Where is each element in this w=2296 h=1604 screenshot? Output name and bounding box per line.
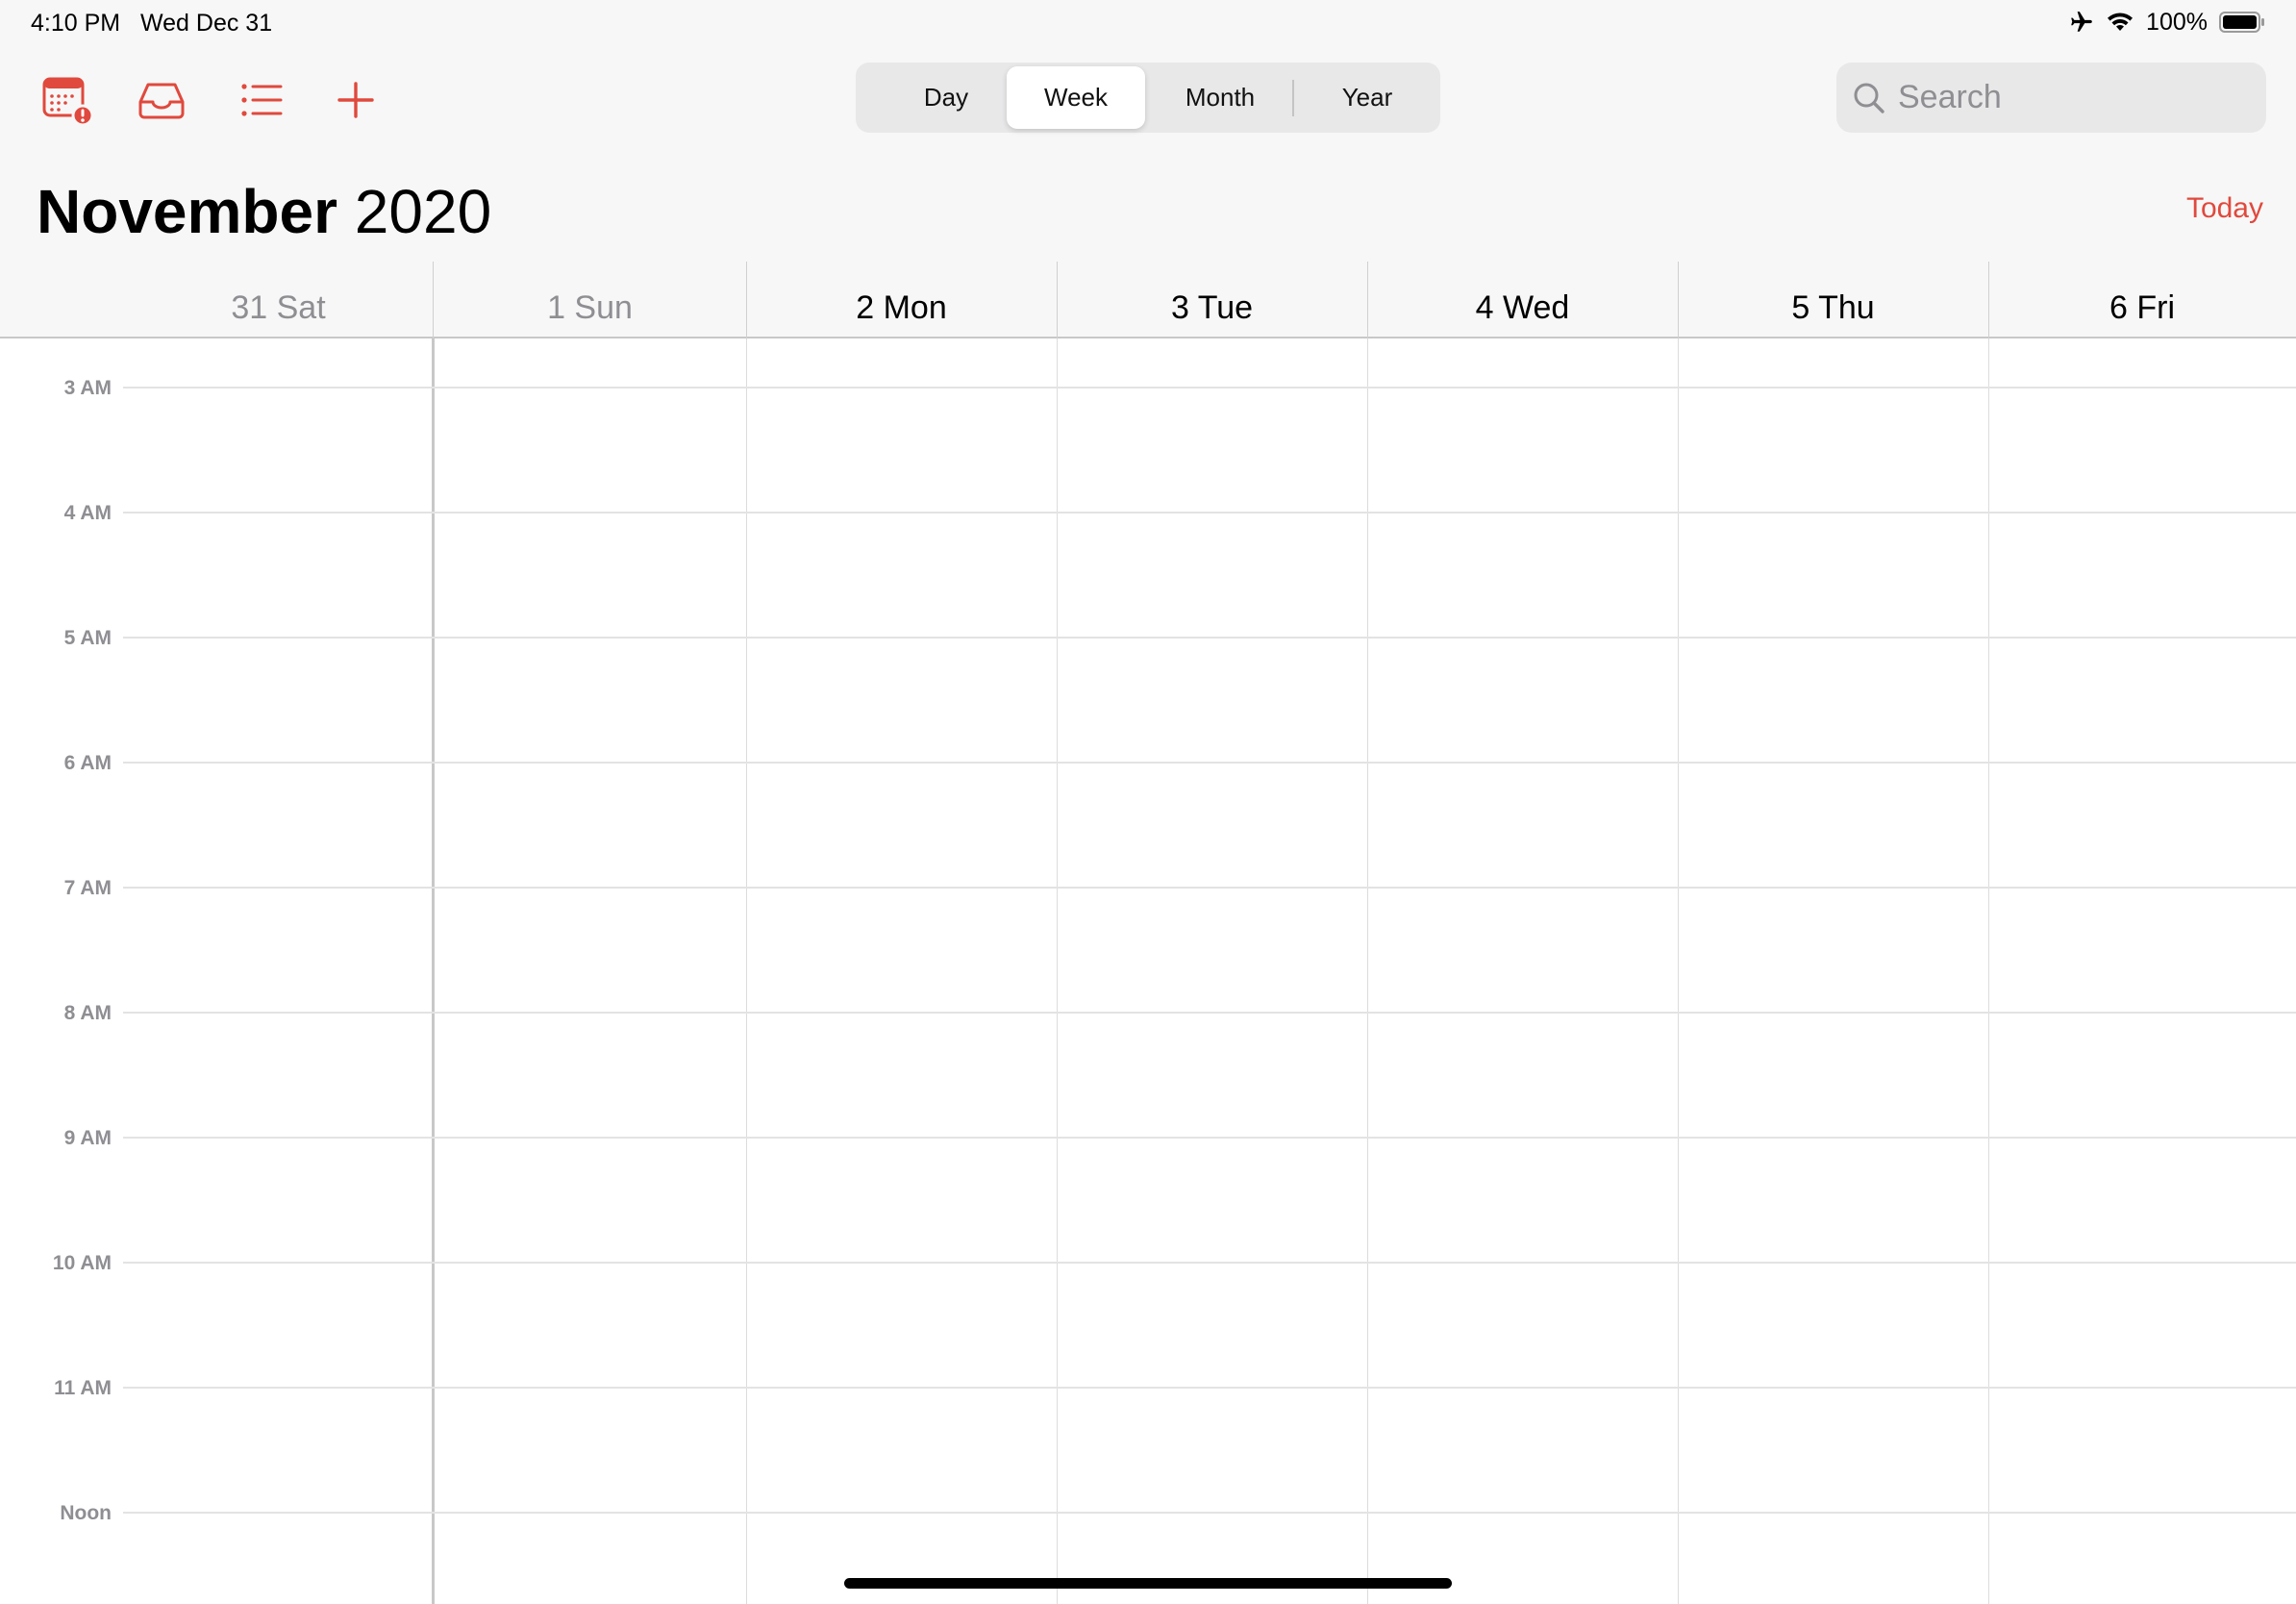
week-grid[interactable]: 3 AM 4 AM 5 AM 6 AM 7 AM 8 AM 9 AM 10 AM… [0,338,2296,1604]
hour-line [123,887,2296,889]
title-month: November [37,177,337,246]
list-icon[interactable] [233,71,290,129]
today-button[interactable]: Today [2186,192,2263,225]
status-indicators: 100% [2069,8,2265,37]
view-year-button[interactable]: Year [1298,66,1436,129]
hour-line [123,637,2296,639]
top-bar: 4:10 PM Wed Dec 31 100% Day Week Month Y… [0,0,2296,338]
page-title: November 2020 [37,173,491,250]
column-divider [1988,338,1989,1604]
hour-line [123,1137,2296,1139]
search-bar[interactable] [1836,63,2266,133]
hour-line [123,1387,2296,1389]
inbox-icon[interactable] [133,71,190,129]
title-year: 2020 [354,177,492,246]
column-divider [746,338,747,1604]
hour-line [123,1512,2296,1514]
day-header-tue[interactable]: 3 Tue [1057,279,1367,337]
home-indicator[interactable] [844,1578,1452,1589]
wifi-icon [2106,11,2134,34]
hour-label: 9 AM [63,1127,112,1149]
column-divider [1057,338,1058,1604]
hour-label: 8 AM [63,1002,112,1024]
hour-line [123,1262,2296,1264]
add-icon[interactable] [327,71,385,129]
day-header-mon[interactable]: 2 Mon [746,279,1057,337]
status-bar: 4:10 PM Wed Dec 31 100% [0,0,2296,46]
day-header-wed[interactable]: 4 Wed [1367,279,1678,337]
hour-label: 10 AM [52,1252,112,1274]
search-icon [1852,81,1886,115]
calendar-app: 4:10 PM Wed Dec 31 100% Day Week Month Y… [0,0,2296,1604]
day-header-sat[interactable]: 31 Sat [123,279,434,337]
battery-icon [2219,11,2265,34]
search-input[interactable] [1898,79,2254,116]
hour-line [123,762,2296,764]
day-header-sun[interactable]: 1 Sun [434,279,746,337]
hour-line [123,1012,2296,1014]
battery-percentage: 100% [2146,8,2208,36]
segment-divider [1292,80,1294,116]
hour-label: Noon [60,1502,112,1524]
hour-label: 7 AM [63,877,112,899]
hour-label: 11 AM [54,1377,112,1399]
view-day-button[interactable]: Day [877,66,1015,129]
hour-line [123,512,2296,514]
status-time: 4:10 PM [31,10,121,37]
day-header-fri[interactable]: 6 Fri [1988,279,2296,337]
column-divider [432,338,435,1604]
view-switcher: Day Week Month Year [856,63,1440,133]
view-week-button[interactable]: Week [1007,66,1145,129]
airplane-icon [2069,10,2094,35]
hour-line [123,387,2296,388]
hour-label: 4 AM [63,502,112,524]
hour-label: 6 AM [63,752,112,774]
day-header-thu[interactable]: 5 Thu [1678,279,1988,337]
status-date: Wed Dec 31 [140,10,273,37]
calendars-alert-icon[interactable] [37,71,94,129]
column-divider [1367,338,1368,1604]
view-month-button[interactable]: Month [1151,66,1289,129]
hour-label: 5 AM [63,627,112,649]
column-divider [1678,338,1679,1604]
hour-label: 3 AM [63,377,112,399]
